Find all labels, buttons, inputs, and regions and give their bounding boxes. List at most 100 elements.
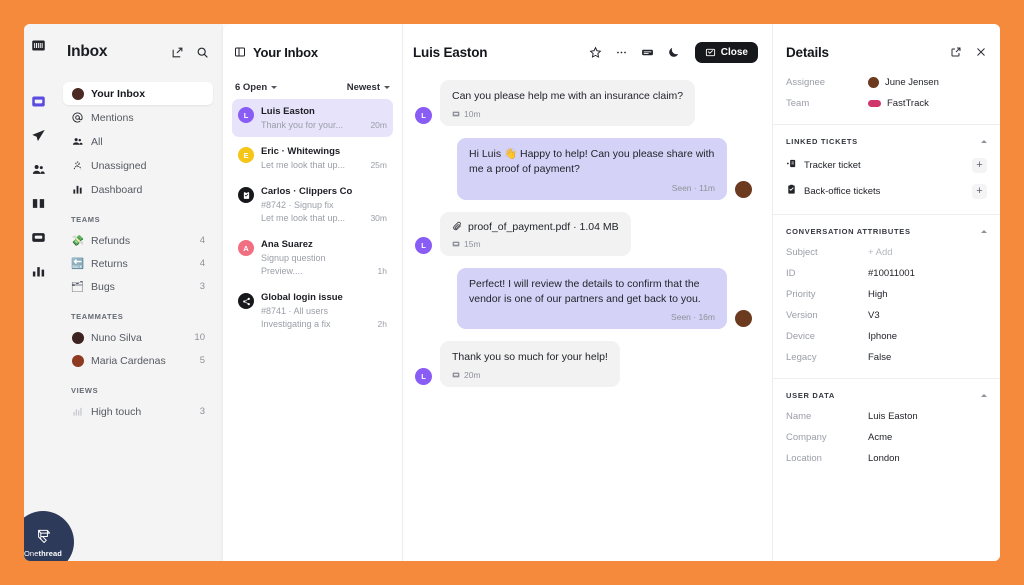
conversation-items: L Luis Easton Thank you for your... 20m … xyxy=(232,99,393,336)
knowledge-icon[interactable] xyxy=(30,194,48,212)
inbox-icon[interactable] xyxy=(30,92,48,110)
chart-icon xyxy=(71,406,84,417)
send-icon[interactable] xyxy=(30,126,48,144)
message-meta: Seen · 11m xyxy=(671,182,715,193)
section-header-linked-tickets[interactable]: LINKED TICKETS xyxy=(786,137,987,146)
sort-filter[interactable]: Newest xyxy=(347,82,390,93)
snooze-icon[interactable] xyxy=(667,46,680,59)
message-bubble-attachment[interactable]: proof_of_payment.pdf · 1.04 MB 15m xyxy=(440,211,631,256)
message-bubble: Can you please help me with an insurance… xyxy=(440,80,696,127)
close-icon[interactable] xyxy=(975,46,987,58)
list-item-name: Eric · Whitewings xyxy=(261,146,341,157)
details-panel: Details Assignee June Jensen Team FastTr… xyxy=(772,24,1000,561)
details-row-assignee[interactable]: Assignee June Jensen xyxy=(786,72,987,93)
star-icon[interactable] xyxy=(589,45,602,59)
list-item[interactable]: Global login issue #8741 · All users Inv… xyxy=(232,285,393,336)
message-outgoing: Hi Luis 👋 Happy to help! Can you please … xyxy=(415,138,752,200)
message-text: Perfect! I will review the details to co… xyxy=(469,277,701,305)
panel-icon[interactable] xyxy=(234,46,246,58)
sidebar-item-dashboard[interactable]: Dashboard xyxy=(63,178,213,201)
message-meta: 15m xyxy=(452,239,619,249)
message-incoming: L Thank you so much for your help! 20m xyxy=(415,341,752,388)
divider xyxy=(773,124,1000,125)
close-conversation-button[interactable]: Close xyxy=(694,41,758,63)
contacts-icon[interactable] xyxy=(30,160,48,178)
sidebar-item-bugs[interactable]: 🗂 Bugs 3 xyxy=(63,275,213,298)
message-list: L Can you please help me with an insuran… xyxy=(403,72,772,561)
sidebar-item-label: Refunds xyxy=(91,234,131,247)
linked-ticket-backoffice[interactable]: Back-office tickets + xyxy=(786,178,987,204)
attachment-label: proof_of_payment.pdf · 1.04 MB xyxy=(468,221,619,234)
conversation-panel: Luis Easton Close L Can you please help … xyxy=(403,24,772,561)
attribute-row-subject[interactable]: Subject + Add xyxy=(786,242,987,263)
sidebar-item-unassigned[interactable]: Unassigned xyxy=(63,154,213,177)
reports-icon[interactable] xyxy=(30,262,48,280)
message-text: Hi Luis 👋 Happy to help! Can you please … xyxy=(469,148,715,176)
list-item[interactable]: Carlos · Clippers Co #8742 · Signup fix … xyxy=(232,179,393,230)
message-meta: Seen · 16m xyxy=(671,312,715,323)
list-item[interactable]: E Eric · Whitewings Let me look that up.… xyxy=(232,139,393,177)
message-meta: 20m xyxy=(452,370,608,380)
person-dashed-icon xyxy=(71,160,84,171)
workspace-icon[interactable] xyxy=(30,36,48,54)
add-tracker-ticket-button[interactable]: + xyxy=(972,157,987,173)
snippet-icon[interactable] xyxy=(641,46,654,59)
linked-ticket-tracker[interactable]: Tracker ticket + xyxy=(786,152,987,178)
attachment[interactable]: proof_of_payment.pdf · 1.04 MB xyxy=(452,221,619,234)
chevron-up-icon xyxy=(981,230,987,233)
sidebar-item-refunds[interactable]: 💸 Refunds 4 xyxy=(63,229,213,252)
attribute-row-id: ID #10011001 xyxy=(786,263,987,284)
avatar xyxy=(71,87,84,100)
messenger-icon[interactable] xyxy=(30,228,48,246)
sidebar-item-count: 10 xyxy=(194,332,205,343)
sidebar-item-high-touch[interactable]: High touch 3 xyxy=(63,400,213,423)
sidebar-group-views-label: VIEWS xyxy=(71,386,99,395)
more-icon[interactable] xyxy=(615,46,628,59)
sidebar-item-returns[interactable]: 🔙 Returns 4 xyxy=(63,252,213,275)
return-icon: 🔙 xyxy=(70,258,85,270)
team-badge xyxy=(868,100,881,107)
sidebar-item-count: 4 xyxy=(199,235,205,246)
search-icon[interactable] xyxy=(196,46,209,59)
message-bubble: Thank you so much for your help! 20m xyxy=(440,341,620,388)
sidebar-item-mentions[interactable]: Mentions xyxy=(63,106,213,129)
bars-icon xyxy=(71,184,84,195)
details-value: High xyxy=(868,289,888,300)
avatar xyxy=(735,310,752,328)
details-value[interactable]: + Add xyxy=(868,247,893,258)
sidebar-item-maria-cardenas[interactable]: Maria Cardenas 5 xyxy=(63,349,213,372)
status-filter[interactable]: 6 Open xyxy=(235,82,278,93)
chevron-up-icon xyxy=(981,140,987,143)
details-value: V3 xyxy=(868,310,880,321)
sidebar-item-your-inbox[interactable]: Your Inbox xyxy=(63,82,213,105)
sidebar-item-label: Mentions xyxy=(91,111,134,124)
details-value: Acme xyxy=(868,432,893,443)
money-icon: 💸 xyxy=(70,235,85,247)
conversation-title: Luis Easton xyxy=(413,44,488,60)
add-backoffice-ticket-button[interactable]: + xyxy=(972,183,987,199)
list-item[interactable]: L Luis Easton Thank you for your... 20m xyxy=(232,99,393,137)
section-header-user-data[interactable]: USER DATA xyxy=(786,391,987,400)
sidebar-item-label: Returns xyxy=(91,257,128,270)
sidebar-item-label: Nuno Silva xyxy=(91,331,142,344)
details-row-team[interactable]: Team FastTrack xyxy=(786,93,987,114)
attribute-row-version[interactable]: Version V3 xyxy=(786,305,987,326)
list-item[interactable]: A Ana Suarez Signup question Preview....… xyxy=(232,232,393,283)
avatar: L xyxy=(415,368,432,386)
details-value: Luis Easton xyxy=(868,411,918,422)
compose-icon[interactable] xyxy=(171,46,184,59)
sidebar-item-all[interactable]: All xyxy=(63,130,213,153)
conversation-list-header: Your Inbox xyxy=(232,32,393,72)
avatar: A xyxy=(238,240,254,256)
attribute-row-legacy[interactable]: Legacy False xyxy=(786,347,987,368)
channel-icon xyxy=(452,371,460,379)
section-header-conversation-attributes[interactable]: CONVERSATION ATTRIBUTES xyxy=(786,227,987,236)
avatar xyxy=(735,180,752,198)
attribute-row-priority[interactable]: Priority High xyxy=(786,284,987,305)
chevron-down-icon xyxy=(384,86,390,89)
attribute-row-device[interactable]: Device Iphone xyxy=(786,326,987,347)
avatar xyxy=(71,354,84,367)
open-external-icon[interactable] xyxy=(950,46,962,58)
list-item-time: 30m xyxy=(370,213,387,223)
sidebar-item-nuno-silva[interactable]: Nuno Silva 10 xyxy=(63,326,213,349)
